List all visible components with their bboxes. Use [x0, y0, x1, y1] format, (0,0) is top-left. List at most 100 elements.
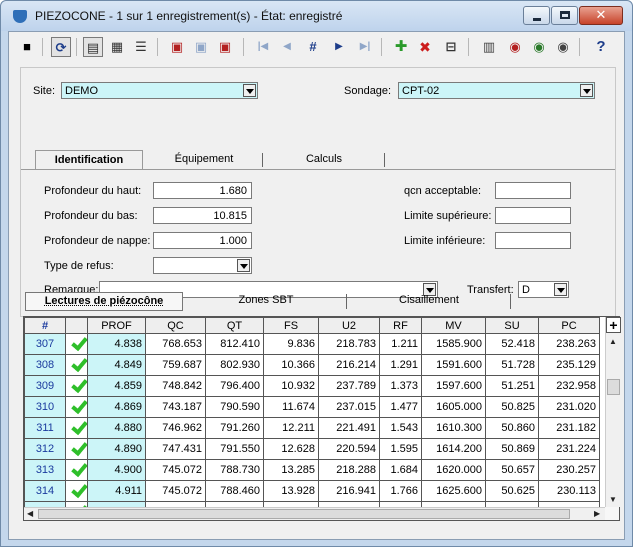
- data-cell[interactable]: 788.730: [205, 459, 264, 481]
- table-row[interactable]: 311 4.880 746.962 791.260 12.211 221.491 1.543…: [24, 417, 600, 439]
- data-cell[interactable]: 220.594: [318, 438, 380, 460]
- title-bar[interactable]: PIEZOCONE - 1 sur 1 enregistrement(s) - …: [1, 1, 632, 31]
- data-cell[interactable]: 52.418: [485, 333, 539, 355]
- lim-sup-field[interactable]: [495, 207, 571, 224]
- data-cell[interactable]: 790.590: [205, 396, 264, 418]
- data-cell[interactable]: 791.550: [205, 438, 264, 460]
- db-icon-2[interactable]: ◉: [529, 37, 549, 57]
- data-cell[interactable]: 1614.200: [421, 438, 486, 460]
- qcn-field[interactable]: [495, 182, 571, 199]
- prof-nappe-field[interactable]: 1.000: [153, 232, 252, 249]
- scroll-right-icon[interactable]: ▶: [594, 509, 600, 518]
- col-header-rf[interactable]: RF: [379, 317, 422, 334]
- data-cell[interactable]: 51.728: [485, 354, 539, 376]
- data-cell[interactable]: 747.431: [145, 438, 206, 460]
- data-cell[interactable]: 1591.600: [421, 354, 486, 376]
- link-icon[interactable]: ⊟: [441, 37, 461, 57]
- data-cell[interactable]: 1.291: [379, 354, 422, 376]
- col-header-qt[interactable]: QT: [205, 317, 264, 334]
- prof-cell[interactable]: 4.900: [87, 459, 146, 481]
- data-cell[interactable]: 13.928: [263, 480, 319, 502]
- row-number-cell[interactable]: 314: [24, 480, 66, 502]
- first-record-icon[interactable]: |◀: [253, 37, 273, 57]
- table-row[interactable]: 310 4.869 743.187 790.590 11.674 237.015 1.477…: [24, 396, 600, 418]
- next-record-icon[interactable]: ▶: [329, 37, 349, 57]
- prof-cell[interactable]: 4.869: [87, 396, 146, 418]
- data-cell[interactable]: 791.260: [205, 417, 264, 439]
- col-header-prof[interactable]: PROF: [87, 317, 146, 334]
- data-cell[interactable]: 237.789: [318, 375, 380, 397]
- data-cell[interactable]: 1610.300: [421, 417, 486, 439]
- row-number-cell[interactable]: 308: [24, 354, 66, 376]
- data-cell[interactable]: 788.460: [205, 480, 264, 502]
- data-cell[interactable]: 230.113: [538, 480, 600, 502]
- grid-view-icon[interactable]: ▦: [107, 37, 127, 57]
- last-record-icon[interactable]: ▶|: [355, 37, 375, 57]
- data-cell[interactable]: 1.595: [379, 438, 422, 460]
- tab-equipement[interactable]: Équipement: [145, 150, 263, 170]
- prof-cell[interactable]: 4.849: [87, 354, 146, 376]
- data-cell[interactable]: 12.211: [263, 417, 319, 439]
- tab-lectures[interactable]: Lectures de piézocône: [25, 292, 183, 311]
- data-cell[interactable]: 1620.000: [421, 459, 486, 481]
- data-cell[interactable]: 1.684: [379, 459, 422, 481]
- goto-record-icon[interactable]: #: [303, 37, 323, 57]
- db-icon-3[interactable]: ◉: [553, 37, 573, 57]
- scroll-down-icon[interactable]: ▼: [609, 495, 617, 504]
- vertical-scrollbar[interactable]: + ▲ ▼: [605, 317, 621, 507]
- col-header-su[interactable]: SU: [485, 317, 539, 334]
- prof-cell[interactable]: 4.890: [87, 438, 146, 460]
- row-number-cell[interactable]: 312: [24, 438, 66, 460]
- type-refus-dropdown[interactable]: [153, 257, 252, 274]
- data-cell[interactable]: 759.687: [145, 354, 206, 376]
- col-header-qc[interactable]: QC: [145, 317, 206, 334]
- prev-record-icon[interactable]: ◀: [277, 37, 297, 57]
- data-cell[interactable]: 748.842: [145, 375, 206, 397]
- scroll-thumb[interactable]: [38, 509, 570, 519]
- tab-cisaillement[interactable]: Cisaillement: [347, 292, 511, 311]
- data-cell[interactable]: 13.285: [263, 459, 319, 481]
- scroll-left-icon[interactable]: ◀: [27, 509, 33, 518]
- col-header-fs[interactable]: FS: [263, 317, 319, 334]
- data-cell[interactable]: 10.932: [263, 375, 319, 397]
- horizontal-scrollbar[interactable]: ◀ ▶: [24, 507, 605, 520]
- col-header-pc[interactable]: PC: [538, 317, 600, 334]
- table-row[interactable]: 309 4.859 748.842 796.400 10.932 237.789 1.373…: [24, 375, 600, 397]
- close-button[interactable]: ✕: [579, 6, 623, 25]
- data-cell[interactable]: 768.653: [145, 333, 206, 355]
- scroll-thumb[interactable]: [607, 379, 620, 395]
- list-view-icon[interactable]: ☰: [131, 37, 151, 57]
- data-cell[interactable]: 231.224: [538, 438, 600, 460]
- refresh-icon[interactable]: ⟳: [51, 37, 71, 57]
- table-row[interactable]: 313 4.900 745.072 788.730 13.285 218.288 1.684…: [24, 459, 600, 481]
- col-header-status[interactable]: [65, 317, 88, 334]
- data-cell[interactable]: 50.869: [485, 438, 539, 460]
- delete-record-icon[interactable]: ✖: [415, 37, 435, 57]
- add-column-button[interactable]: +: [606, 317, 621, 333]
- data-cell[interactable]: 1605.000: [421, 396, 486, 418]
- sondage-dropdown[interactable]: CPT-02: [398, 82, 595, 99]
- row-number-cell[interactable]: 311: [24, 417, 66, 439]
- data-cell[interactable]: 745.072: [145, 480, 206, 502]
- data-cell[interactable]: 746.962: [145, 417, 206, 439]
- data-cell[interactable]: 218.288: [318, 459, 380, 481]
- data-cell[interactable]: 1625.600: [421, 480, 486, 502]
- prof-cell[interactable]: 4.911: [87, 480, 146, 502]
- minimize-button[interactable]: [523, 6, 550, 25]
- table-row[interactable]: 312 4.890 747.431 791.550 12.628 220.594 1.595…: [24, 438, 600, 460]
- col-header-u2[interactable]: U2: [318, 317, 380, 334]
- data-cell[interactable]: 50.625: [485, 480, 539, 502]
- data-cell[interactable]: 235.129: [538, 354, 600, 376]
- help-icon[interactable]: ?: [591, 37, 611, 57]
- site-dropdown-button[interactable]: [243, 84, 256, 97]
- row-number-cell[interactable]: 307: [24, 333, 66, 355]
- data-cell[interactable]: 11.674: [263, 396, 319, 418]
- col-header-mv[interactable]: MV: [421, 317, 486, 334]
- data-cell[interactable]: 1.766: [379, 480, 422, 502]
- data-cell[interactable]: 1.543: [379, 417, 422, 439]
- table-row[interactable]: 307 4.838 768.653 812.410 9.836 218.783 1.211 1…: [24, 333, 600, 355]
- data-cell[interactable]: 50.825: [485, 396, 539, 418]
- data-cell[interactable]: 216.941: [318, 480, 380, 502]
- type-refus-dropdown-button[interactable]: [237, 259, 250, 272]
- lim-inf-field[interactable]: [495, 232, 571, 249]
